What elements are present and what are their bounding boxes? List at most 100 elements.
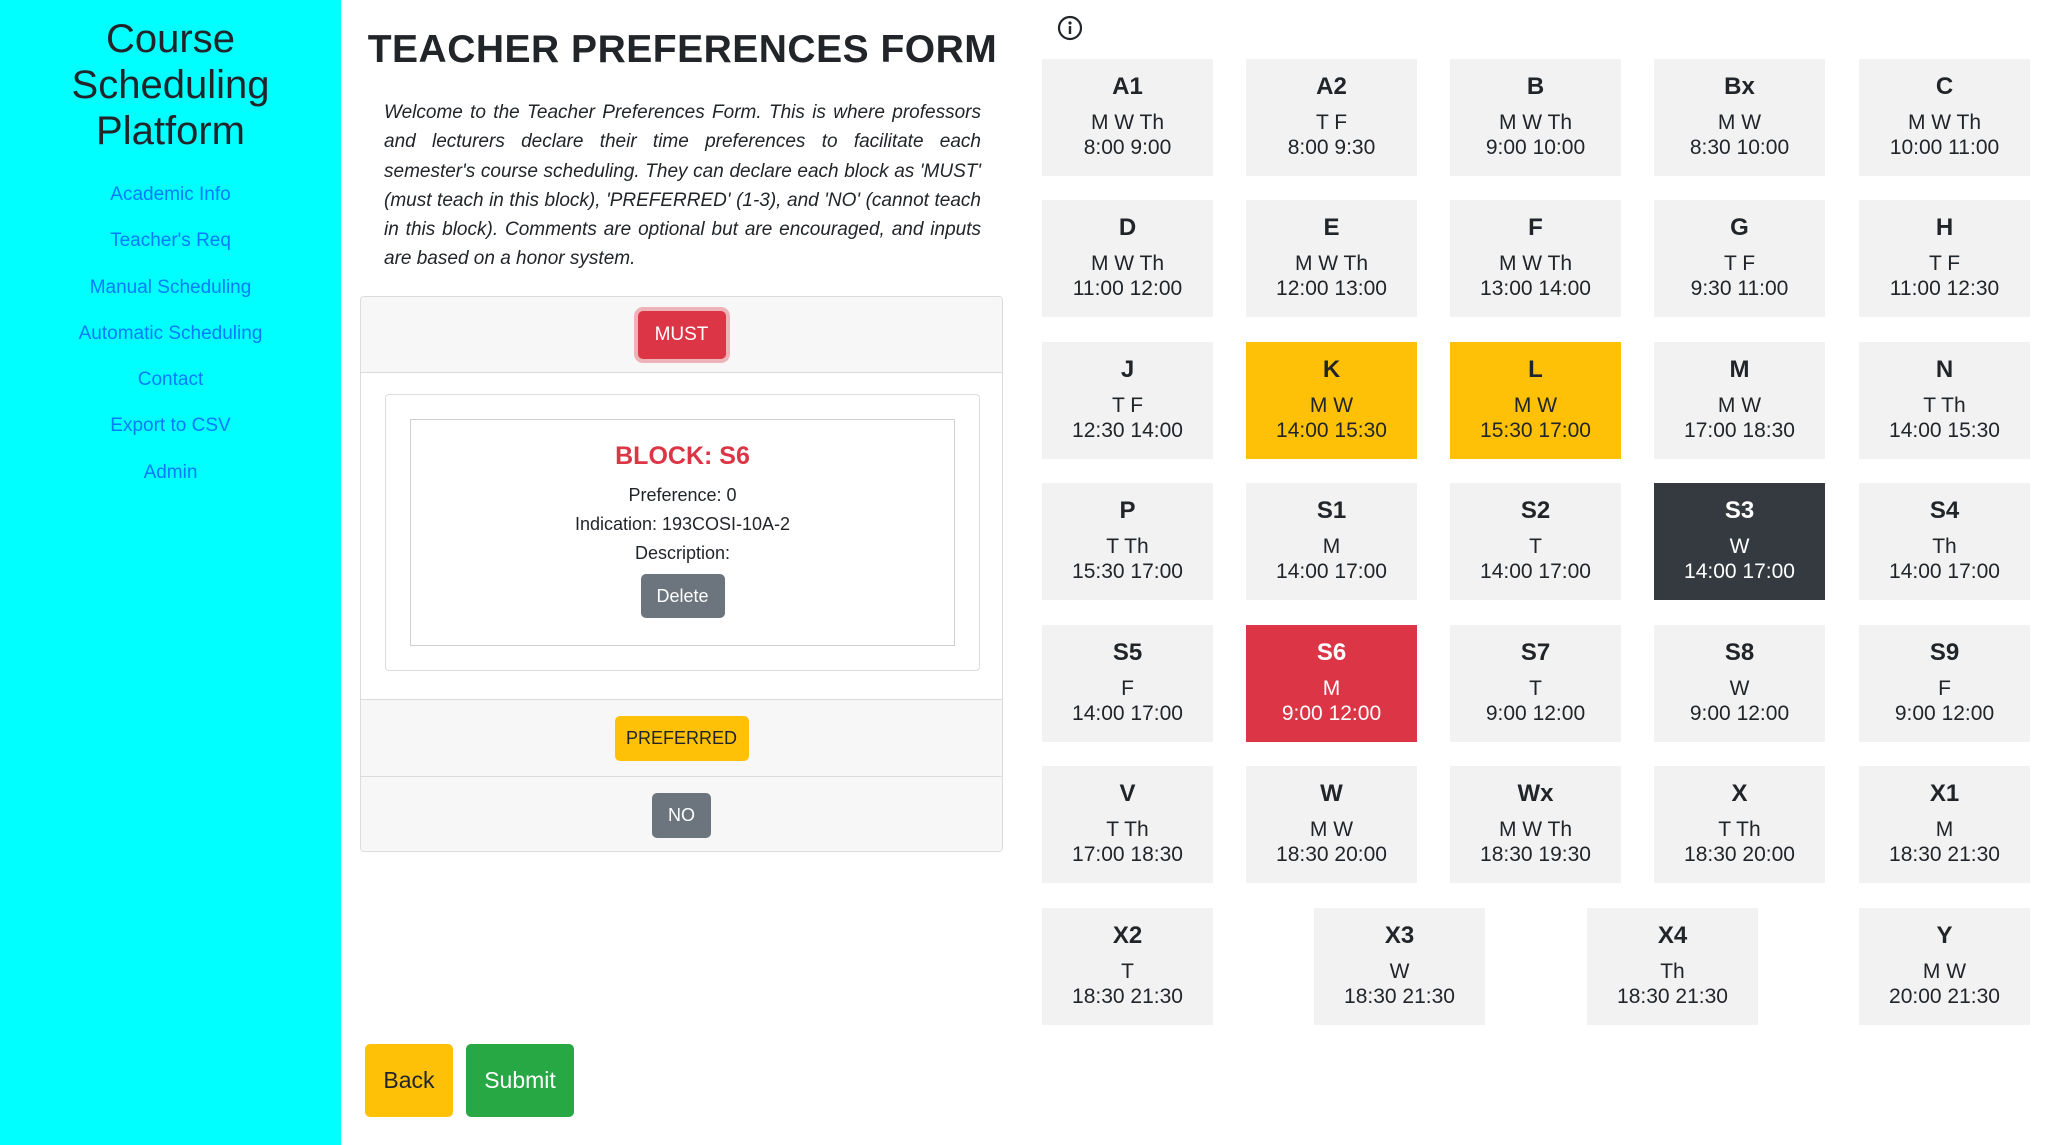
block-L[interactable]: L M W 15:30 17:00 bbox=[1450, 342, 1621, 459]
block-time: 18:30 21:30 bbox=[1344, 985, 1455, 1008]
block-code: N bbox=[1935, 356, 1954, 383]
block-S4[interactable]: S4 Th 14:00 17:00 bbox=[1859, 483, 2030, 600]
info-icon[interactable] bbox=[1057, 15, 1083, 46]
block-Y[interactable]: Y M W 20:00 21:30 bbox=[1859, 908, 2030, 1025]
block-S8[interactable]: S8 W 9:00 12:00 bbox=[1654, 625, 1825, 742]
block-days: Th bbox=[1932, 535, 1957, 558]
block-code: X4 bbox=[1657, 922, 1688, 949]
submit-button[interactable]: Submit bbox=[466, 1044, 574, 1117]
no-button[interactable]: NO bbox=[652, 793, 711, 838]
block-days: W bbox=[1729, 677, 1750, 700]
block-code: S3 bbox=[1724, 497, 1755, 524]
sidebar-item-contact[interactable]: Contact bbox=[0, 357, 341, 403]
block-time: 17:00 18:30 bbox=[1072, 843, 1183, 866]
block-code: V bbox=[1119, 780, 1136, 807]
block-D[interactable]: D M W Th 11:00 12:00 bbox=[1042, 200, 1213, 317]
block-code: F bbox=[1528, 214, 1543, 241]
preferred-button[interactable]: PREFERRED bbox=[614, 715, 749, 761]
block-B[interactable]: B M W Th 9:00 10:00 bbox=[1450, 59, 1621, 176]
block-code: Wx bbox=[1517, 780, 1554, 807]
block-S7[interactable]: S7 T 9:00 12:00 bbox=[1450, 625, 1621, 742]
sidebar: Course Scheduling Platform Academic Info… bbox=[0, 0, 341, 1145]
block-time: 14:00 15:30 bbox=[1276, 419, 1387, 442]
block-Wx[interactable]: Wx M W Th 18:30 19:30 bbox=[1450, 766, 1621, 883]
block-days: M bbox=[1322, 677, 1341, 700]
block-code: A2 bbox=[1316, 73, 1347, 100]
sidebar-item-manual-scheduling[interactable]: Manual Scheduling bbox=[0, 265, 341, 311]
block-time: 12:30 14:00 bbox=[1072, 419, 1183, 442]
block-time: 20:00 21:30 bbox=[1889, 985, 2000, 1008]
block-code: S4 bbox=[1929, 497, 1960, 524]
block-code: E bbox=[1323, 214, 1340, 241]
delete-button[interactable]: Delete bbox=[640, 574, 725, 618]
block-days: T Th bbox=[1106, 535, 1149, 558]
block-days: T F bbox=[1723, 252, 1756, 275]
block-time: 9:00 10:00 bbox=[1485, 136, 1586, 159]
block-F[interactable]: F M W Th 13:00 14:00 bbox=[1450, 200, 1621, 317]
block-code: S5 bbox=[1112, 639, 1143, 666]
block-S2[interactable]: S2 T 14:00 17:00 bbox=[1450, 483, 1621, 600]
block-N[interactable]: N T Th 14:00 15:30 bbox=[1859, 342, 2030, 459]
no-section-header: NO bbox=[361, 777, 1002, 851]
block-S9[interactable]: S9 F 9:00 12:00 bbox=[1859, 625, 2030, 742]
block-time: 8:30 10:00 bbox=[1689, 136, 1790, 159]
sidebar-item-academic-info[interactable]: Academic Info bbox=[0, 172, 341, 218]
block-S6[interactable]: S6 M 9:00 12:00 bbox=[1246, 625, 1417, 742]
block-time: 11:00 12:00 bbox=[1072, 277, 1183, 300]
block-P[interactable]: P T Th 15:30 17:00 bbox=[1042, 483, 1213, 600]
block-time: 9:00 12:00 bbox=[1689, 702, 1790, 725]
sidebar-item-export-csv[interactable]: Export to CSV bbox=[0, 403, 341, 449]
block-J[interactable]: J T F 12:30 14:00 bbox=[1042, 342, 1213, 459]
block-A2[interactable]: A2 T F 8:00 9:30 bbox=[1246, 59, 1417, 176]
block-E[interactable]: E M W Th 12:00 13:00 bbox=[1246, 200, 1417, 317]
block-days: M bbox=[1322, 535, 1341, 558]
block-days: T F bbox=[1928, 252, 1961, 275]
block-Bx[interactable]: Bx M W 8:30 10:00 bbox=[1654, 59, 1825, 176]
block-V[interactable]: V T Th 17:00 18:30 bbox=[1042, 766, 1213, 883]
block-S5[interactable]: S5 F 14:00 17:00 bbox=[1042, 625, 1213, 742]
block-code: S7 bbox=[1520, 639, 1551, 666]
sidebar-item-automatic-scheduling[interactable]: Automatic Scheduling bbox=[0, 311, 341, 357]
block-days: T bbox=[1529, 535, 1542, 558]
block-time: 13:00 14:00 bbox=[1480, 277, 1591, 300]
sidebar-item-admin[interactable]: Admin bbox=[0, 450, 341, 496]
block-days: M W bbox=[1717, 111, 1762, 134]
block-X3[interactable]: X3 W 18:30 21:30 bbox=[1314, 908, 1485, 1025]
sidebar-item-teachers-req[interactable]: Teacher's Req bbox=[0, 218, 341, 264]
must-button[interactable]: MUST bbox=[637, 310, 726, 359]
block-time: 18:30 21:30 bbox=[1617, 985, 1728, 1008]
block-days: F bbox=[1121, 677, 1134, 700]
block-days: Th bbox=[1660, 960, 1685, 983]
block-K[interactable]: K M W 14:00 15:30 bbox=[1246, 342, 1417, 459]
block-time: 14:00 17:00 bbox=[1072, 702, 1183, 725]
must-section-body: BLOCK: S6 Preference: 0 Indication: 193C… bbox=[361, 373, 1002, 700]
block-G[interactable]: G T F 9:30 11:00 bbox=[1654, 200, 1825, 317]
block-code: S1 bbox=[1316, 497, 1347, 524]
block-time: 18:30 21:30 bbox=[1072, 985, 1183, 1008]
block-code: L bbox=[1528, 356, 1543, 383]
block-code: B bbox=[1526, 73, 1545, 100]
block-code: S8 bbox=[1724, 639, 1755, 666]
block-time: 14:00 15:30 bbox=[1889, 419, 2000, 442]
block-M[interactable]: M M W 17:00 18:30 bbox=[1654, 342, 1825, 459]
block-C[interactable]: C M W Th 10:00 11:00 bbox=[1859, 59, 2030, 176]
selected-block-title: BLOCK: S6 bbox=[615, 442, 750, 470]
block-S3[interactable]: S3 W 14:00 17:00 bbox=[1654, 483, 1825, 600]
block-days: T bbox=[1529, 677, 1542, 700]
block-time: 8:00 9:30 bbox=[1287, 136, 1376, 159]
back-button[interactable]: Back bbox=[365, 1044, 453, 1117]
block-time: 18:30 19:30 bbox=[1480, 843, 1591, 866]
block-time: 14:00 17:00 bbox=[1889, 560, 2000, 583]
block-X[interactable]: X T Th 18:30 20:00 bbox=[1654, 766, 1825, 883]
block-H[interactable]: H T F 11:00 12:30 bbox=[1859, 200, 2030, 317]
block-A1[interactable]: A1 M W Th 8:00 9:00 bbox=[1042, 59, 1213, 176]
block-X1[interactable]: X1 M 18:30 21:30 bbox=[1859, 766, 2030, 883]
block-code: H bbox=[1935, 214, 1954, 241]
block-S1[interactable]: S1 M 14:00 17:00 bbox=[1246, 483, 1417, 600]
block-X4[interactable]: X4 Th 18:30 21:30 bbox=[1587, 908, 1758, 1025]
block-time: 18:30 21:30 bbox=[1889, 843, 2000, 866]
block-days: M W Th bbox=[1294, 252, 1369, 275]
block-X2[interactable]: X2 T 18:30 21:30 bbox=[1042, 908, 1213, 1025]
block-description: Description: bbox=[634, 543, 731, 563]
block-W[interactable]: W M W 18:30 20:00 bbox=[1246, 766, 1417, 883]
